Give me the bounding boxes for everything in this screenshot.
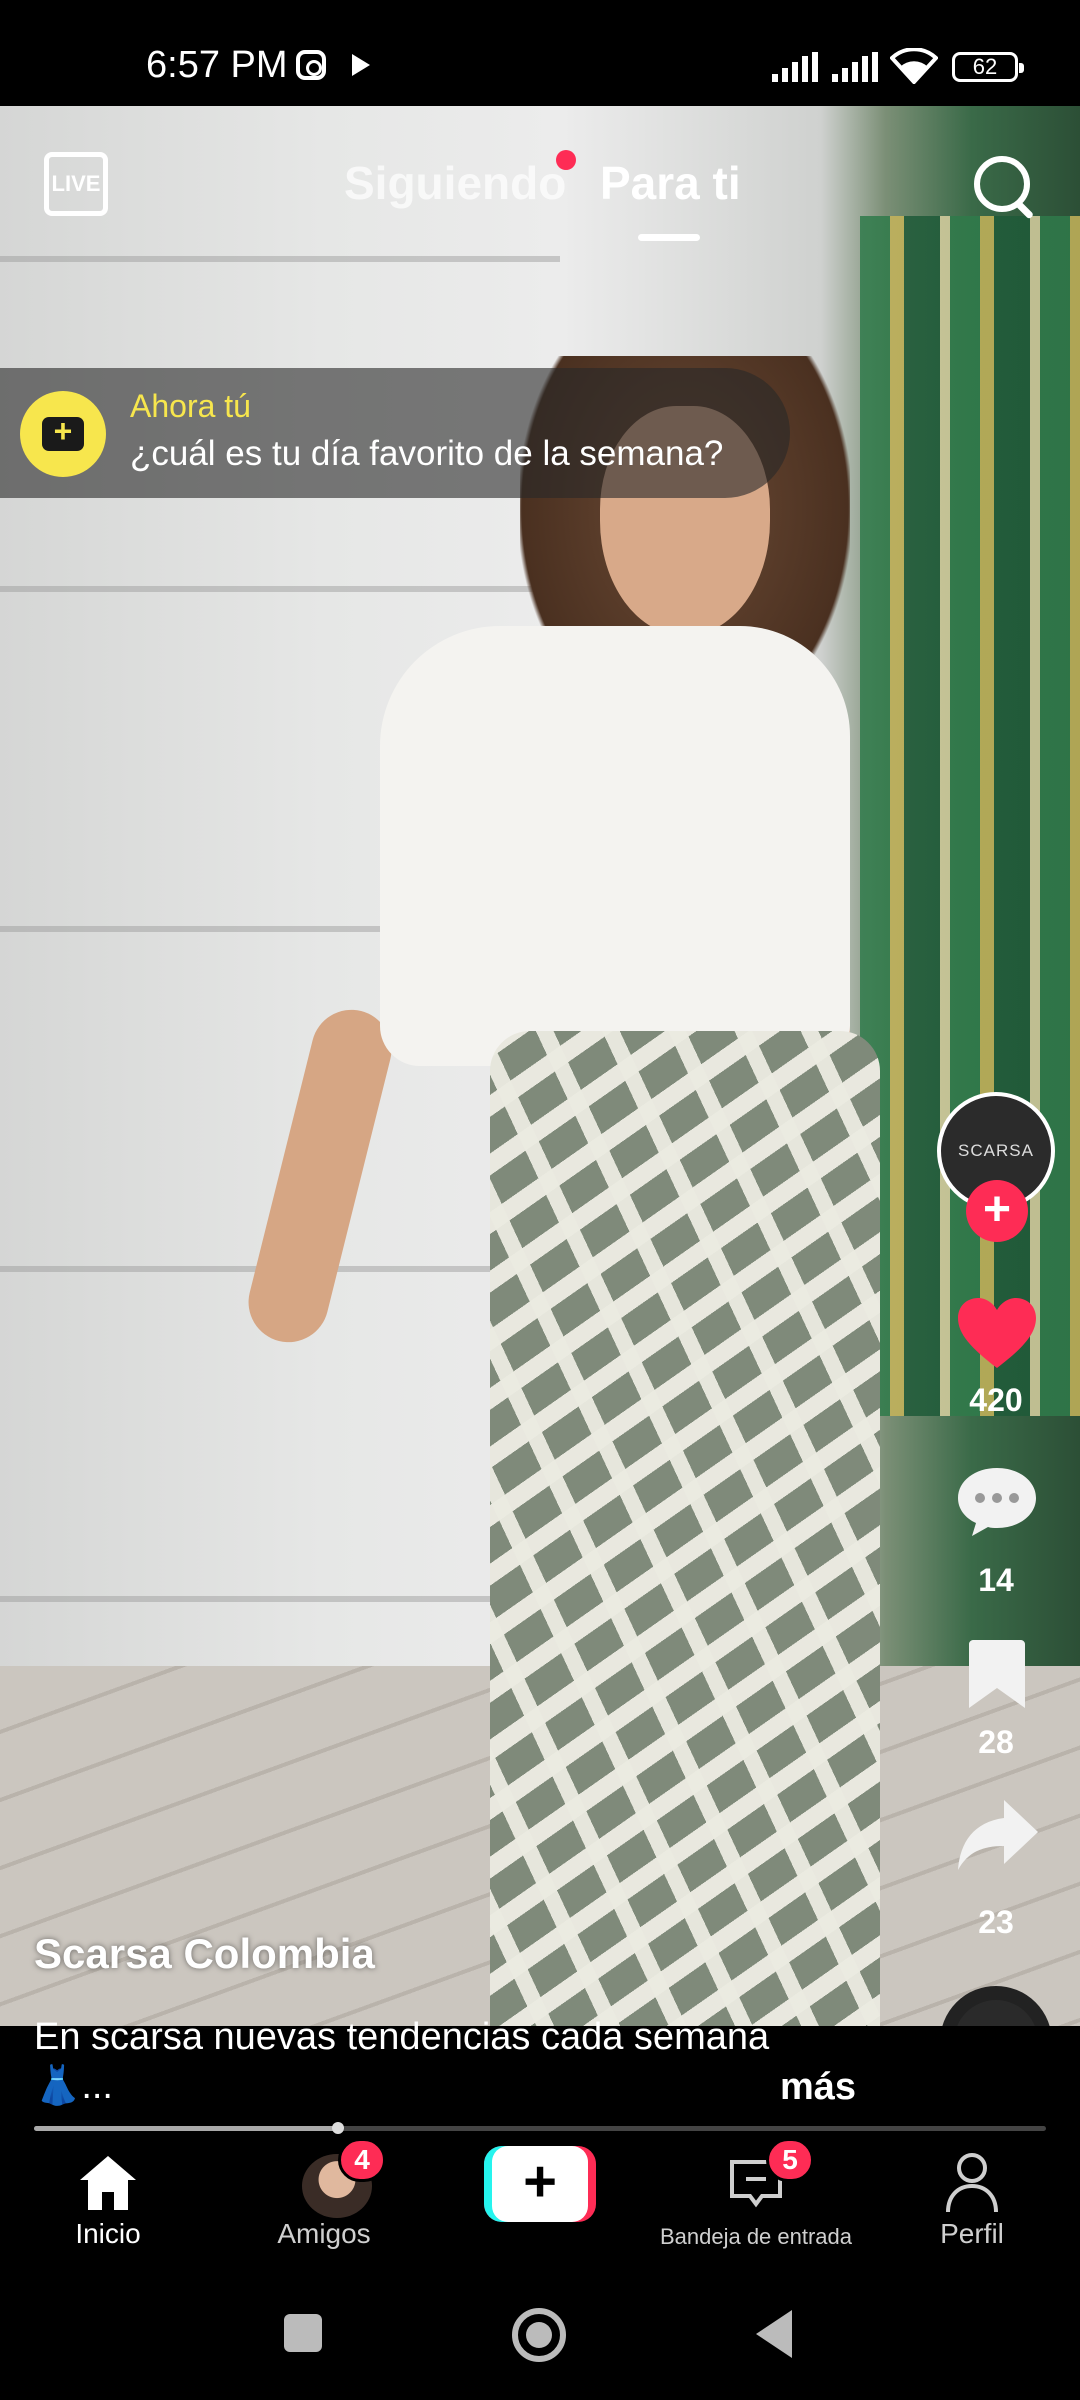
caption-text: En scarsa nuevas tendencias cada semana	[34, 2016, 770, 2058]
woman-arm	[240, 1001, 400, 1351]
search-icon[interactable]	[972, 154, 1032, 218]
notification-badge: 4	[338, 2138, 386, 2182]
system-nav-bar	[0, 2270, 1080, 2400]
comment-icon[interactable]	[956, 1464, 1038, 1538]
notification-badge: 5	[766, 2138, 814, 2182]
wall-line	[0, 256, 560, 262]
signal-icon	[772, 52, 820, 82]
nav-label: Perfil	[940, 2218, 1004, 2249]
status-time: 6:57 PM	[146, 44, 288, 86]
home-icon	[80, 2156, 136, 2210]
author-name[interactable]: Scarsa Colombia	[34, 1930, 375, 1978]
more-link[interactable]: más	[780, 2066, 856, 2109]
nav-label: Inicio	[75, 2218, 141, 2249]
heart-icon[interactable]	[956, 1296, 1038, 1370]
follow-plus-button[interactable]: +	[966, 1180, 1028, 1242]
wifi-icon	[890, 48, 938, 84]
video-progress-bar[interactable]	[34, 2122, 1046, 2134]
wall-line	[0, 1596, 560, 1602]
video-progress-fill	[34, 2126, 338, 2131]
instagram-icon	[296, 50, 326, 80]
create-icon: +	[492, 2146, 588, 2222]
tab-siguiendo[interactable]: Siguiendo	[344, 156, 566, 210]
battery-icon: 62	[952, 52, 1024, 82]
create-button[interactable]: +	[484, 2146, 596, 2222]
nav-item-inicio[interactable]: Inicio	[8, 2136, 208, 2270]
nav-item-perfil[interactable]: Perfil	[872, 2136, 1072, 2270]
prompt-question: ¿cuál es tu día favorito de la semana?	[130, 434, 724, 473]
wall-line	[0, 586, 560, 592]
video-progress-knob[interactable]	[331, 2122, 344, 2134]
prompt-banner[interactable]	[0, 368, 790, 498]
home-button[interactable]	[512, 2308, 566, 2362]
bookmark-icon[interactable]	[967, 1638, 1027, 1710]
back-button[interactable]	[756, 2310, 792, 2358]
signal-icon	[832, 52, 880, 82]
share-count: 23	[978, 1904, 1014, 1940]
recent-apps-button[interactable]	[284, 2314, 322, 2352]
active-tab-indicator	[638, 234, 700, 241]
nav-label: Amigos	[277, 2218, 371, 2249]
bottom-nav: Inicio 4 Amigos + 5 Bandeja de entrada P…	[0, 2136, 1080, 2270]
nav-label: Bandeja de entrada	[659, 2224, 853, 2249]
camera-plus-icon[interactable]	[20, 391, 106, 477]
nav-item-amigos[interactable]: 4 Amigos	[224, 2136, 424, 2270]
white-shirt	[380, 626, 850, 1066]
tab-para-ti[interactable]: Para ti	[600, 156, 741, 210]
nav-item-bandeja[interactable]: 5 Bandeja de entrada	[656, 2136, 856, 2270]
nav-item-create[interactable]: +	[440, 2136, 640, 2270]
like-count: 420	[969, 1382, 1023, 1418]
share-icon[interactable]	[956, 1798, 1040, 1872]
shop-window	[860, 216, 1080, 1416]
save-count: 28	[978, 1724, 1014, 1760]
status-bar: 6:57 PM 62	[0, 0, 1080, 106]
live-button[interactable]: LIVE	[44, 152, 108, 216]
zebra-pants	[490, 1031, 880, 2026]
tab-notification-dot	[556, 150, 576, 170]
prompt-label: Ahora tú	[130, 388, 251, 424]
comment-count: 14	[978, 1562, 1014, 1598]
caption-text-continued: 👗...	[34, 2065, 113, 2107]
profile-icon	[946, 2153, 998, 2213]
play-store-icon	[352, 54, 370, 76]
